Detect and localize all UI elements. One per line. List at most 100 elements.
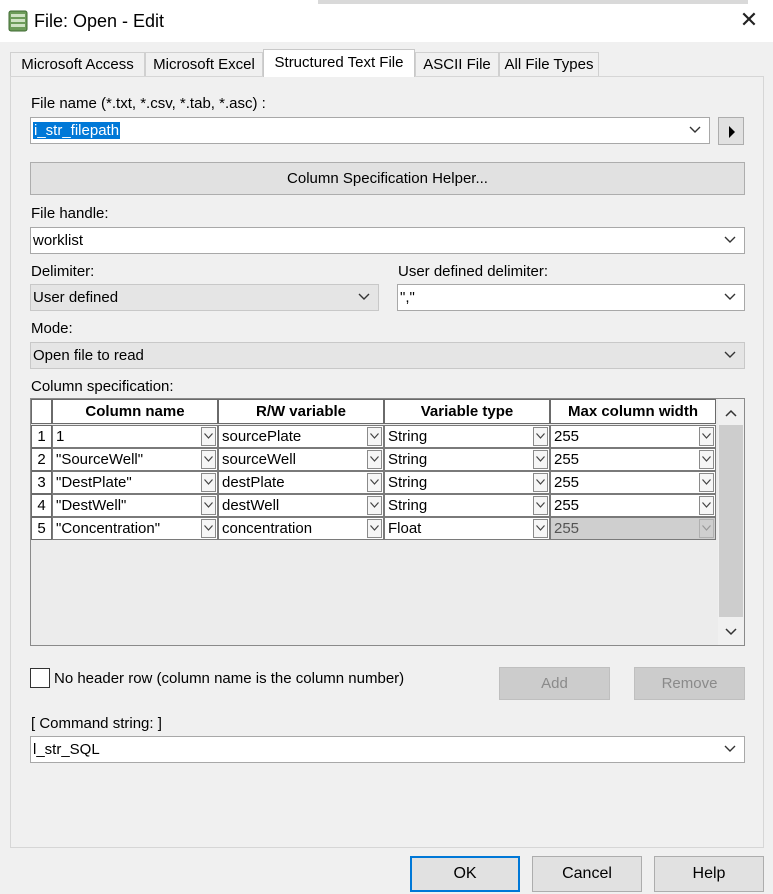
chevron-down-icon[interactable] xyxy=(367,473,382,492)
chevron-down-icon[interactable] xyxy=(201,450,216,469)
variable-type-cell[interactable]: String xyxy=(384,471,550,494)
help-button[interactable]: Help xyxy=(654,856,764,892)
chevron-down-icon[interactable] xyxy=(367,450,382,469)
user-defined-delimiter-value: "," xyxy=(400,289,415,306)
chevron-down-icon[interactable] xyxy=(533,450,548,469)
mode-value: Open file to read xyxy=(33,347,144,364)
chevron-down-icon[interactable] xyxy=(699,427,714,446)
scrollbar-thumb[interactable] xyxy=(719,425,743,617)
tab-structured-text-file[interactable]: Structured Text File xyxy=(263,49,415,77)
column-name-header[interactable]: Column name xyxy=(52,399,218,424)
rw-variable-cell[interactable]: concentration xyxy=(218,517,384,540)
browse-arrow-button[interactable] xyxy=(718,117,744,145)
chevron-down-icon[interactable] xyxy=(724,285,738,310)
row-number[interactable]: 3 xyxy=(31,471,52,494)
max-column-width-cell[interactable]: 255 xyxy=(550,448,716,471)
variable-type-header[interactable]: Variable type xyxy=(384,399,550,424)
row-number[interactable]: 2 xyxy=(31,448,52,471)
chevron-down-icon[interactable] xyxy=(367,496,382,515)
cell-value: sourceWell xyxy=(222,451,296,468)
no-header-row-checkbox[interactable] xyxy=(30,668,50,688)
chevron-down-icon[interactable] xyxy=(533,496,548,515)
column-name-cell[interactable]: "DestPlate" xyxy=(52,471,218,494)
cell-value: 255 xyxy=(554,520,580,537)
chevron-down-icon[interactable] xyxy=(533,519,548,538)
max-column-width-cell[interactable]: 255 xyxy=(550,425,716,448)
cell-value: 255 xyxy=(554,497,580,514)
chevron-down-icon xyxy=(699,519,714,538)
chevron-down-icon[interactable] xyxy=(699,496,714,515)
chevron-down-icon[interactable] xyxy=(533,427,548,446)
column-name-cell[interactable]: 1 xyxy=(52,425,218,448)
cancel-button[interactable]: Cancel xyxy=(532,856,642,892)
variable-type-cell[interactable]: String xyxy=(384,425,550,448)
tab-microsoft-excel[interactable]: Microsoft Excel xyxy=(145,52,263,76)
chevron-down-icon[interactable] xyxy=(725,628,737,636)
chevron-down-icon[interactable] xyxy=(201,473,216,492)
delimiter-value: User defined xyxy=(33,289,119,306)
cell-value: 255 xyxy=(554,474,580,491)
file-name-combo[interactable]: i_str_filepath xyxy=(30,117,710,144)
chevron-down-icon[interactable] xyxy=(201,519,216,538)
row-number[interactable]: 5 xyxy=(31,517,52,540)
column-specification-label: Column specification: xyxy=(31,378,174,395)
column-name-cell[interactable]: "SourceWell" xyxy=(52,448,218,471)
chevron-down-icon[interactable] xyxy=(533,473,548,492)
file-name-value[interactable]: i_str_filepath xyxy=(33,122,121,139)
remove-button[interactable]: Remove xyxy=(634,667,745,700)
command-string-combo[interactable]: l_str_SQL xyxy=(30,736,745,763)
cell-value: sourcePlate xyxy=(222,428,302,445)
file-handle-value: worklist xyxy=(33,232,84,249)
grid-vertical-scrollbar[interactable] xyxy=(718,399,744,645)
user-defined-delimiter-combo[interactable]: "," xyxy=(397,284,745,311)
cell-value: 1 xyxy=(56,428,65,445)
chevron-down-icon[interactable] xyxy=(724,228,738,253)
variable-type-cell[interactable]: Float xyxy=(384,517,550,540)
chevron-down-icon[interactable] xyxy=(699,450,714,469)
file-handle-combo[interactable]: worklist xyxy=(30,227,745,254)
chevron-down-icon[interactable] xyxy=(724,343,738,368)
column-name-cell[interactable]: "Concentration" xyxy=(52,517,218,540)
variable-type-cell[interactable]: String xyxy=(384,494,550,517)
tab-ascii-file[interactable]: ASCII File xyxy=(415,52,499,76)
max-column-width-cell[interactable]: 255 xyxy=(550,494,716,517)
cell-value: 255 xyxy=(554,428,580,445)
rw-variable-cell[interactable]: sourceWell xyxy=(218,448,384,471)
tab-microsoft-access[interactable]: Microsoft Access xyxy=(10,52,145,76)
chevron-down-icon[interactable] xyxy=(201,427,216,446)
max-column-width-header[interactable]: Max column width xyxy=(550,399,716,424)
max-column-width-cell[interactable]: 255 xyxy=(550,471,716,494)
add-button[interactable]: Add xyxy=(499,667,610,700)
cell-value: concentration xyxy=(222,520,313,537)
file-name-label: File name (*.txt, *.csv, *.tab, *.asc) : xyxy=(31,95,266,112)
delimiter-combo[interactable]: User defined xyxy=(30,284,379,311)
cell-value: "DestPlate" xyxy=(56,474,132,491)
close-icon[interactable]: ✕ xyxy=(736,6,762,34)
chevron-down-icon[interactable] xyxy=(724,737,738,762)
chevron-down-icon[interactable] xyxy=(367,427,382,446)
no-header-row-label[interactable]: No header row (column name is the column… xyxy=(54,670,404,688)
chevron-down-icon[interactable] xyxy=(201,496,216,515)
rw-variable-header[interactable]: R/W variable xyxy=(218,399,384,424)
row-number[interactable]: 4 xyxy=(31,494,52,517)
tab-all-file-types[interactable]: All File Types xyxy=(499,52,599,76)
variable-type-cell[interactable]: String xyxy=(384,448,550,471)
chevron-down-icon[interactable] xyxy=(689,118,703,143)
database-icon xyxy=(8,10,28,32)
background-window-strip xyxy=(318,0,748,4)
mode-combo[interactable]: Open file to read xyxy=(30,342,745,369)
row-number[interactable]: 1 xyxy=(31,425,52,448)
column-specification-helper-button[interactable]: Column Specification Helper... xyxy=(30,162,745,195)
cell-value: String xyxy=(388,451,428,468)
chevron-up-icon[interactable] xyxy=(725,409,737,417)
chevron-down-icon[interactable] xyxy=(367,519,382,538)
column-name-cell[interactable]: "DestWell" xyxy=(52,494,218,517)
chevron-down-icon[interactable] xyxy=(358,285,372,310)
rw-variable-cell[interactable]: destPlate xyxy=(218,471,384,494)
column-specification-grid: Column name R/W variable Variable type M… xyxy=(30,398,745,646)
rw-variable-cell[interactable]: destWell xyxy=(218,494,384,517)
chevron-down-icon[interactable] xyxy=(699,473,714,492)
command-string-label: [ Command string: ] xyxy=(31,715,162,732)
rw-variable-cell[interactable]: sourcePlate xyxy=(218,425,384,448)
ok-button[interactable]: OK xyxy=(410,856,520,892)
